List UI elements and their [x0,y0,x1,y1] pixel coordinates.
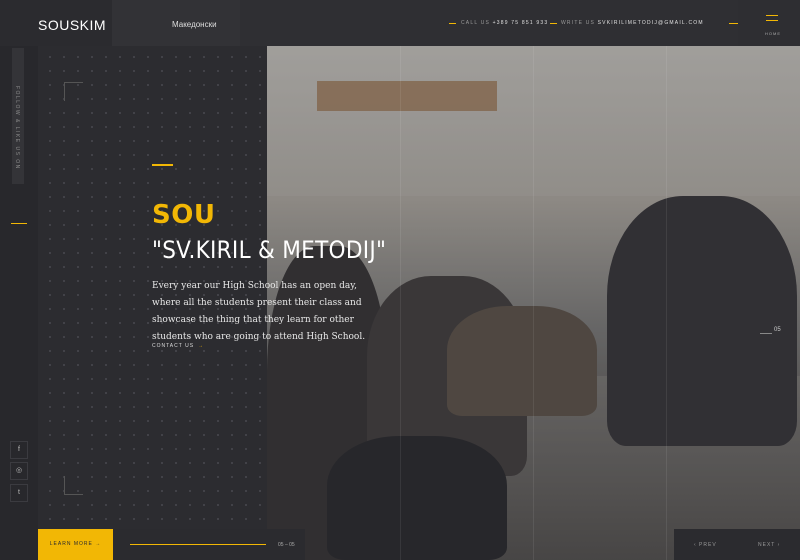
write-us-label: WRITE US [561,20,596,26]
call-us-info[interactable]: CALL US +389 75 851 933 [461,20,548,26]
grid-line [533,46,534,560]
call-us-label: CALL US [461,20,491,26]
call-us-number: +389 75 851 933 [492,20,549,26]
arrow-right-icon: → [198,343,205,349]
hamburger-menu-icon[interactable] [766,15,778,25]
write-us-email: SVKIRILIMETODIJ@GMAIL.COM [597,20,704,26]
slider-nav-box [674,529,800,560]
hero-title-line-1: SOU [152,200,216,230]
title-accent-dash [152,164,173,166]
grid-line [666,46,667,560]
write-accent-line [550,23,557,24]
instagram-icon[interactable]: ◎ [10,462,28,480]
slide-progress-fill [130,544,266,545]
twitter-icon[interactable]: t [10,484,28,502]
grid-line [400,46,401,560]
call-accent-line [449,23,456,24]
slide-number-line [760,333,772,334]
follow-us-label-box: FOLLOW & LIKE US ON [12,48,24,184]
next-button[interactable]: NEXT › [758,542,780,548]
follow-us-label: FOLLOW & LIKE US ON [14,86,20,170]
write-us-info[interactable]: WRITE US SVKIRILIMETODIJ@GMAIL.COM [561,20,704,26]
contact-us-link[interactable]: CONTACT US → [152,343,204,349]
hero-description: Every year our High School has an open d… [152,281,366,342]
panel-corner-bottom-left [64,476,83,495]
hero-title-line-2: "SV.KIRIL & METODIJ" [152,236,387,264]
slide-number: 05 [774,327,781,333]
contact-us-label: CONTACT US [152,343,195,349]
site-logo[interactable]: SOUSKIM [38,17,106,33]
panel-corner-top-left [64,82,83,101]
slide-progress-label: 05 – 05 [278,542,295,548]
prev-button[interactable]: ‹ PREV [694,542,717,548]
learn-more-button[interactable]: LEARN MORE → [38,529,113,560]
menu-home-label[interactable]: HOME [765,31,781,36]
facebook-icon[interactable]: f [10,441,28,459]
language-switcher[interactable]: Македонски [172,20,217,29]
rail-accent-line [11,223,27,224]
